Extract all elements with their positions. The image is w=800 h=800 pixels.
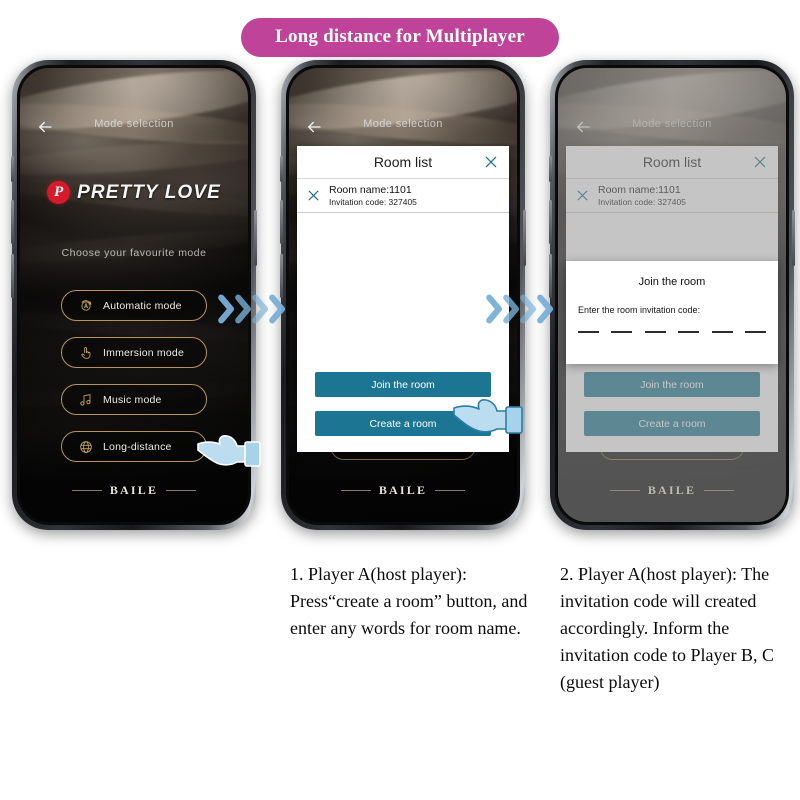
close-x-icon[interactable] xyxy=(484,155,498,169)
mode-button-music[interactable]: Music mode xyxy=(61,384,207,415)
room-list-title-bar: Room list xyxy=(297,146,509,179)
flow-arrows-2-to-3 xyxy=(484,292,553,326)
pointing-hand-icon xyxy=(196,424,262,470)
phone2-screen: Mode selection remote mode Room list xyxy=(289,68,517,522)
code-slot[interactable] xyxy=(611,331,633,333)
hand-touch-icon xyxy=(78,345,94,361)
page-title: Mode selection xyxy=(94,118,174,130)
footer-brand: BAILE xyxy=(289,483,517,498)
chevron-right-icon xyxy=(267,292,288,326)
brand-logo: P PRETTY LOVE xyxy=(20,181,248,204)
caption-step-2: 2. Player A(host player): The invitation… xyxy=(560,564,774,692)
footer-divider-left xyxy=(71,490,102,491)
room-list-empty-area xyxy=(297,213,509,372)
logo-badge-icon: P xyxy=(47,181,71,204)
phone1-side-button-volume-down[interactable] xyxy=(11,254,14,298)
join-room-modal-title: Join the room xyxy=(638,276,706,288)
room-list-title: Room list xyxy=(373,154,433,170)
phone3-side-button-volume-up[interactable] xyxy=(549,200,552,244)
phone3-screen: Mode selection remote mode Room list xyxy=(558,68,786,522)
logo-wordmark: PRETTY LOVE xyxy=(77,181,221,203)
mode-button-label: Long-distance xyxy=(103,440,172,453)
phone1-app-header: Mode selection xyxy=(20,118,248,140)
mode-button-automatic[interactable]: Automatic mode xyxy=(61,290,207,321)
automatic-mode-icon xyxy=(78,298,94,314)
phone1-side-button-silent[interactable] xyxy=(11,156,14,182)
join-room-modal: Join the room Enter the room invitation … xyxy=(566,261,778,364)
phone2-app-header: Mode selection xyxy=(289,118,517,140)
remove-x-icon[interactable] xyxy=(307,189,320,202)
title-banner-container: Long distance for Multiplayer xyxy=(0,18,800,57)
footer-brand-label: BAILE xyxy=(109,483,159,497)
footer-brand-label: BAILE xyxy=(378,483,428,497)
choose-mode-subtitle: Choose your favourite mode xyxy=(61,247,207,259)
chevron-right-icon xyxy=(535,292,556,326)
caption-step-1: 1. Player A(host player): Press“create a… xyxy=(290,564,528,638)
phone-mockups-row: Mode selection P PRETTY LOVE Choose your… xyxy=(0,60,800,530)
room-list-item[interactable]: Room name:1101 Invitation code: 327405 xyxy=(297,179,509,213)
code-slot[interactable] xyxy=(578,331,599,333)
mode-button-label: Immersion mode xyxy=(103,346,184,359)
phone1-side-button-volume-up[interactable] xyxy=(11,200,14,244)
invitation-code-prompt: Enter the room invitation code: xyxy=(578,305,701,315)
phone2-side-button-volume-up[interactable] xyxy=(280,200,283,244)
globe-icon xyxy=(78,439,94,455)
phone-mockup-3: Mode selection remote mode Room list xyxy=(549,60,795,530)
phone2-side-button-power[interactable] xyxy=(523,210,526,266)
code-slot[interactable] xyxy=(711,331,733,333)
mode-button-label: Music mode xyxy=(103,393,162,406)
phone2-side-button-silent[interactable] xyxy=(280,156,283,182)
phone3-bezel: Mode selection remote mode Room list xyxy=(555,65,789,525)
mode-button-long-distance[interactable]: Long-distance xyxy=(61,431,207,462)
room-name-value: Room name:1101 xyxy=(329,184,412,196)
footer-divider-left xyxy=(340,490,371,491)
footer-divider-right xyxy=(435,490,466,491)
invitation-code-value: Invitation code: 327405 xyxy=(329,197,417,207)
flow-arrows-1-to-2 xyxy=(216,292,285,326)
mode-button-immersion[interactable]: Immersion mode xyxy=(61,337,207,368)
pointing-hand-icon xyxy=(452,388,524,438)
music-note-icon xyxy=(78,392,94,408)
mode-button-label: Automatic mode xyxy=(103,299,182,312)
phone3-side-button-power[interactable] xyxy=(792,210,795,266)
code-slot[interactable] xyxy=(744,331,766,333)
page-title: Mode selection xyxy=(363,118,443,130)
footer-divider-right xyxy=(166,490,197,491)
phone3-side-button-silent[interactable] xyxy=(549,156,552,182)
code-slot[interactable] xyxy=(678,331,700,333)
phone1-side-button-power[interactable] xyxy=(254,210,257,266)
invitation-code-input[interactable] xyxy=(566,331,778,333)
footer-brand: BAILE xyxy=(20,483,248,498)
code-slot[interactable] xyxy=(644,331,666,333)
page-title-banner: Long distance for Multiplayer xyxy=(241,18,559,57)
